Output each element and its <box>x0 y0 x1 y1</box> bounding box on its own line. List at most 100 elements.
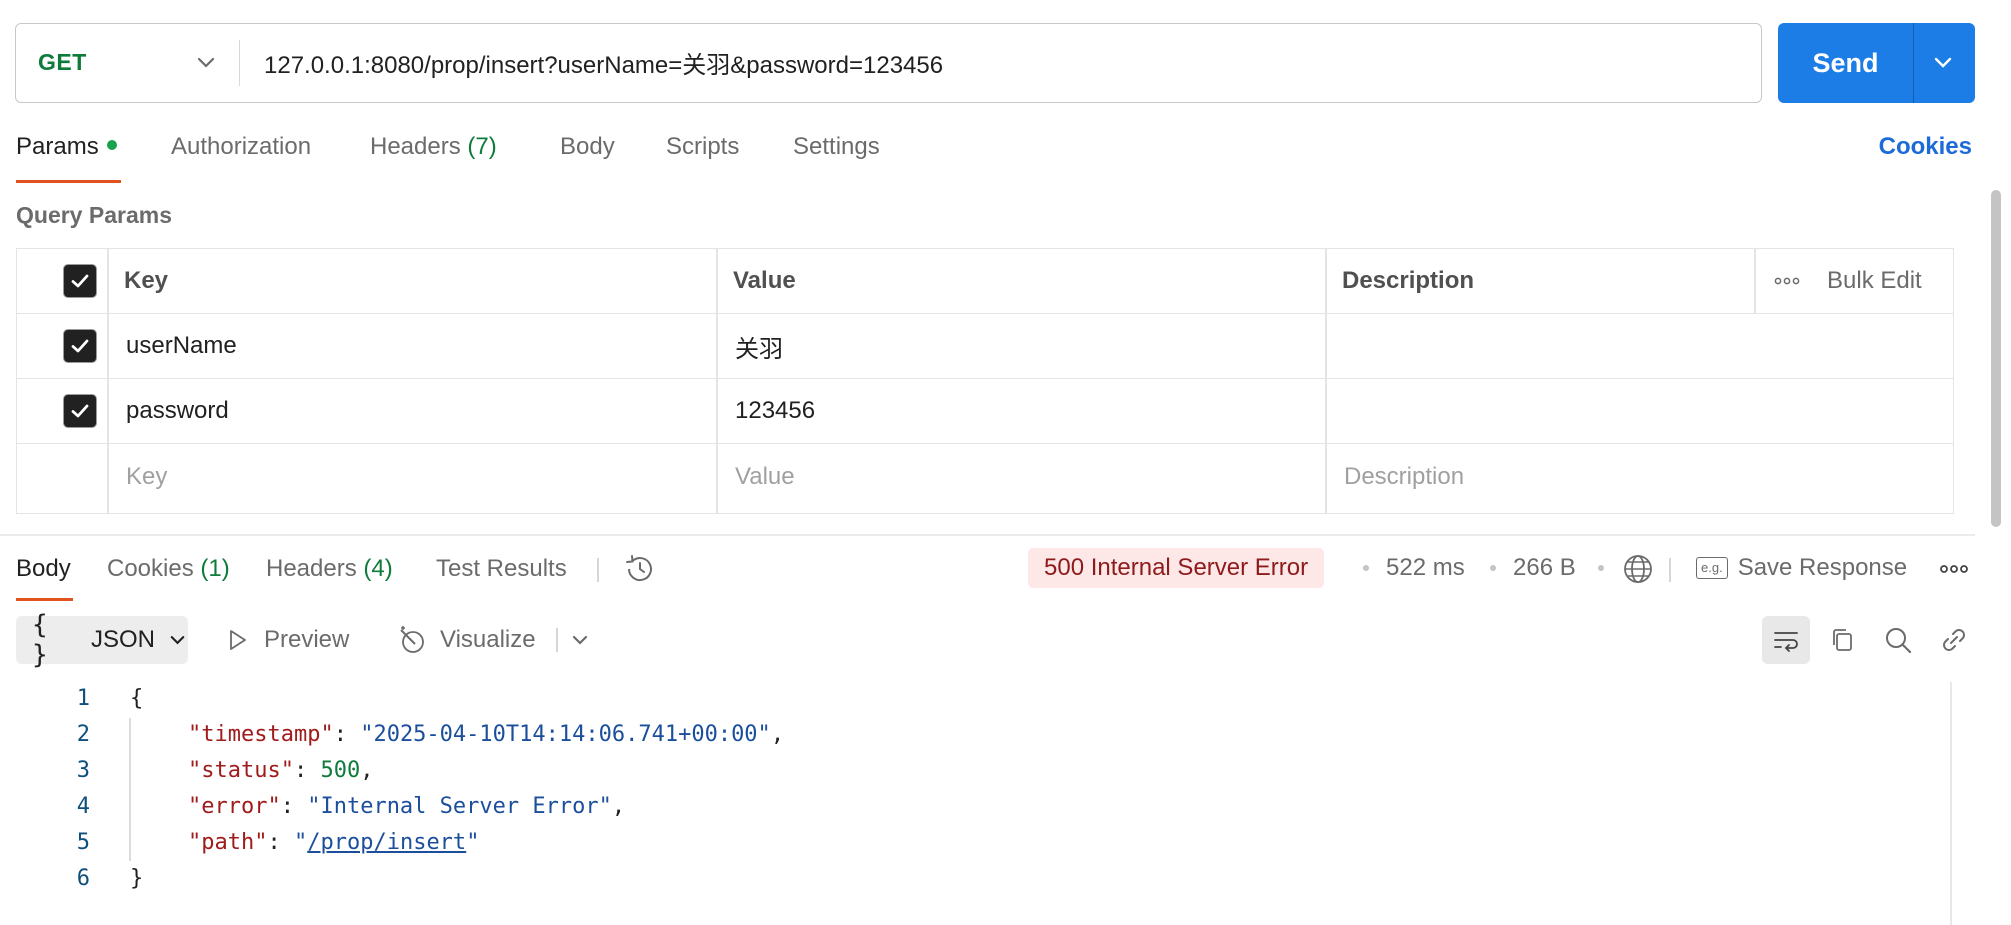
editor-scroll-track[interactable] <box>1950 682 1952 925</box>
code-line: } <box>130 866 143 891</box>
code-line: "path": "/prop/insert" <box>188 830 480 855</box>
separator-dot <box>1490 565 1496 571</box>
json-key: "status" <box>188 758 294 783</box>
tab-response-body[interactable]: Body <box>16 555 71 583</box>
copy-icon[interactable] <box>1818 616 1866 664</box>
params-active-dot <box>106 139 117 150</box>
tab-body[interactable]: Body <box>560 133 615 161</box>
bulk-edit-button[interactable]: Bulk Edit <box>1827 249 1922 313</box>
format-select[interactable]: { } JSON <box>16 610 188 670</box>
url-bar: GET 127.0.0.1:8080/prop/insert?userName=… <box>15 23 1762 103</box>
check-icon <box>71 339 89 353</box>
visualize-button[interactable]: Visualize <box>396 616 536 664</box>
line-number: 6 <box>76 866 90 891</box>
line-number: 2 <box>76 722 90 747</box>
json-value: "2025-04-10T14:14:06.741+00:00" <box>360 722 771 747</box>
url-input[interactable]: 127.0.0.1:8080/prop/insert?userName=关羽&p… <box>264 24 943 101</box>
line-number: 1 <box>76 686 90 711</box>
example-icon: e.g. <box>1696 557 1728 579</box>
table-row: password 123456 <box>17 379 1953 444</box>
wrap-lines-icon[interactable] <box>1762 616 1810 664</box>
check-icon <box>71 404 89 418</box>
chevron-down-icon <box>170 636 185 645</box>
path-link[interactable]: /prop/insert <box>307 830 466 855</box>
tab-headers-count: (7) <box>467 133 497 160</box>
send-button[interactable]: Send <box>1778 23 1913 103</box>
table-row-empty: Key Value Description <box>17 444 1953 509</box>
preview-button[interactable]: Preview <box>224 616 349 664</box>
tab-params[interactable]: Params <box>16 133 117 161</box>
tab-settings[interactable]: Settings <box>793 133 880 161</box>
check-icon <box>71 274 89 288</box>
chevron-down-icon[interactable] <box>191 48 221 78</box>
divider <box>597 558 599 582</box>
response-size[interactable]: 266 B <box>1513 548 1576 588</box>
format-label: JSON <box>90 626 155 653</box>
visualize-label: Visualize <box>440 626 536 653</box>
tab-test-results[interactable]: Test Results <box>436 555 567 583</box>
code-line: "timestamp": "2025-04-10T14:14:06.741+00… <box>188 722 785 747</box>
save-response-button[interactable]: e.g. Save Response <box>1696 548 1907 588</box>
tab-headers[interactable]: Headers (7) <box>370 133 497 161</box>
send-options-chevron-icon[interactable] <box>1928 48 1958 78</box>
magic-wand-icon <box>400 626 424 653</box>
tab-response-headers[interactable]: Headers (4) <box>266 555 393 583</box>
row-checkbox[interactable] <box>63 394 97 428</box>
table-header-row: Key Value Description Bulk Edit <box>17 249 1953 314</box>
json-key: "timestamp" <box>188 722 334 747</box>
code-line: { <box>130 686 143 711</box>
response-time[interactable]: 522 ms <box>1386 548 1465 588</box>
indent-guide <box>129 718 131 861</box>
table-row: userName 关羽 <box>17 314 1953 379</box>
col-divider <box>1754 249 1756 313</box>
code-line: "error": "Internal Server Error", <box>188 794 626 819</box>
tab-headers-count: (4) <box>363 555 393 582</box>
open-brace: { <box>130 686 144 711</box>
key-input[interactable]: Key <box>126 444 167 509</box>
json-key: "path" <box>188 830 268 855</box>
param-value[interactable]: 123456 <box>735 379 815 443</box>
cookies-link[interactable]: Cookies <box>1879 133 1972 161</box>
globe-icon[interactable] <box>1614 545 1662 593</box>
tab-headers-label: Headers <box>266 555 357 582</box>
link-icon[interactable] <box>1930 616 1978 664</box>
more-icon[interactable] <box>1930 545 1978 593</box>
save-response-label: Save Response <box>1737 554 1908 581</box>
visualize-options-chevron-icon[interactable] <box>556 616 604 664</box>
send-button-group: Send <box>1778 23 1975 103</box>
tab-response-cookies[interactable]: Cookies (1) <box>107 555 230 583</box>
tab-scripts[interactable]: Scripts <box>666 133 739 161</box>
separator-dot <box>1363 565 1369 571</box>
json-value: "Internal Server Error" <box>307 794 612 819</box>
json-value: 500 <box>320 758 361 783</box>
row-checkbox[interactable] <box>63 329 97 363</box>
header-key: Key <box>124 267 169 294</box>
method-select[interactable]: GET <box>38 24 87 101</box>
param-key[interactable]: userName <box>126 314 237 378</box>
value-input[interactable]: Value <box>735 444 795 509</box>
search-icon[interactable] <box>1874 616 1922 664</box>
preview-label: Preview <box>264 626 350 653</box>
url-divider <box>239 40 240 86</box>
pane-divider[interactable] <box>0 534 1975 536</box>
active-tab-indicator <box>16 180 121 183</box>
more-options-button[interactable] <box>1774 249 1800 313</box>
query-params-title: Query Params <box>16 202 172 228</box>
param-key[interactable]: password <box>126 379 229 443</box>
tab-headers-label: Headers <box>370 133 461 160</box>
tab-cookies-count: (1) <box>200 555 230 582</box>
tab-authorization[interactable]: Authorization <box>171 133 311 161</box>
description-input[interactable]: Description <box>1344 444 1464 509</box>
status-badge[interactable]: 500 Internal Server Error <box>1028 548 1325 588</box>
scrollbar[interactable] <box>1991 190 2001 527</box>
history-icon[interactable] <box>616 545 664 593</box>
query-params-table: Key Value Description Bulk Edit userName… <box>16 248 1954 514</box>
divider <box>1669 558 1671 582</box>
param-value[interactable]: 关羽 <box>735 314 783 378</box>
select-all-checkbox[interactable] <box>63 264 97 298</box>
line-number: 3 <box>76 758 90 783</box>
header-value: Value <box>733 267 796 294</box>
line-number: 5 <box>76 830 90 855</box>
play-icon <box>230 630 246 650</box>
header-description: Description <box>1342 267 1475 294</box>
